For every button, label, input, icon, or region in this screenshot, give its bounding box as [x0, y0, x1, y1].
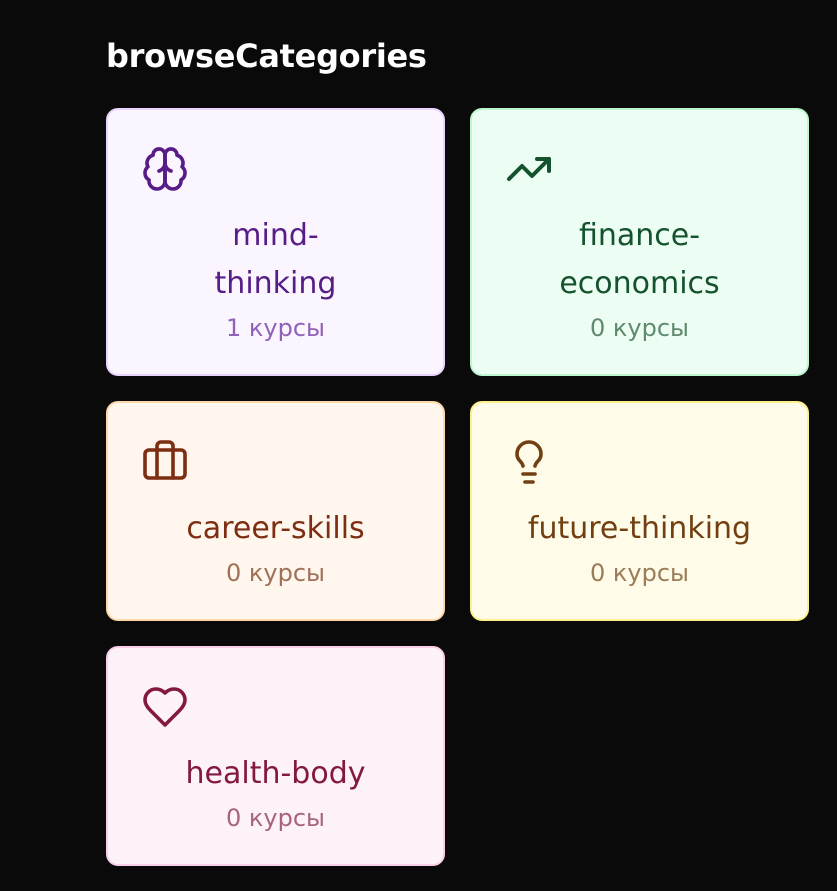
category-course-count: 0 курсы	[226, 559, 325, 587]
category-card-mind-thinking[interactable]: mind-thinking 1 курсы	[106, 108, 445, 376]
category-course-count: 0 курсы	[590, 314, 689, 342]
lightbulb-icon	[504, 437, 554, 487]
brain-icon	[140, 144, 190, 194]
section-title: browseCategories	[106, 37, 427, 75]
category-name: health-body	[185, 756, 366, 791]
category-card-career-skills[interactable]: career-skills 0 курсы	[106, 401, 445, 621]
category-card-finance-economics[interactable]: finance-economics 0 курсы	[470, 108, 809, 376]
category-course-count: 0 курсы	[226, 804, 325, 832]
briefcase-icon	[140, 437, 190, 487]
trending-up-icon	[504, 144, 554, 194]
category-name: finance-economics	[559, 218, 720, 301]
category-name: mind-thinking	[214, 218, 337, 301]
categories-grid: mind-thinking 1 курсы finance-economics …	[106, 108, 809, 866]
browse-categories-section: browseCategories mind-thinking 1 курсы f…	[106, 36, 809, 866]
category-name: career-skills	[186, 511, 365, 546]
category-course-count: 0 курсы	[590, 559, 689, 587]
heart-icon	[140, 682, 190, 732]
category-card-health-body[interactable]: health-body 0 курсы	[106, 646, 445, 866]
category-name: future-thinking	[527, 511, 752, 546]
category-card-future-thinking[interactable]: future-thinking 0 курсы	[470, 401, 809, 621]
category-course-count: 1 курсы	[226, 314, 325, 342]
